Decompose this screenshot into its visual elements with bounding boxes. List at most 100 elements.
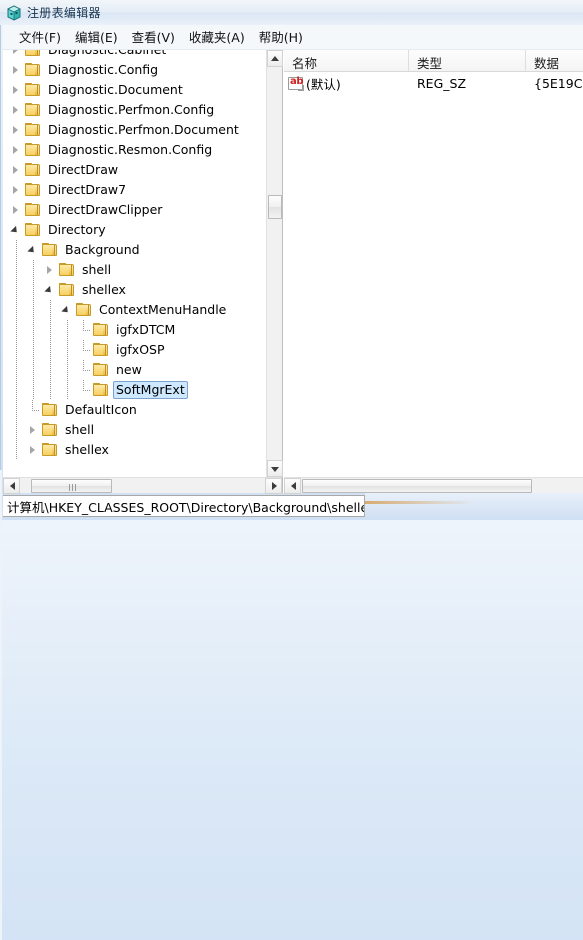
tree-guide-line bbox=[83, 380, 84, 390]
tree-node[interactable]: SoftMgrExt bbox=[3, 380, 267, 400]
folder-icon bbox=[25, 103, 41, 117]
tree-node-indent bbox=[3, 400, 42, 420]
tree-guide-line bbox=[83, 350, 91, 351]
values-horizontal-scroll-thumb[interactable] bbox=[302, 479, 532, 493]
tree-collapse-toggle-icon[interactable] bbox=[10, 225, 21, 236]
tree-guide-line bbox=[83, 340, 84, 350]
desktop-background-strip bbox=[365, 493, 583, 520]
table-row[interactable]: ab (默认) REG_SZ {5E19C0 bbox=[284, 72, 583, 94]
tree-node-label: shell bbox=[65, 422, 95, 437]
menu-view[interactable]: 查看(V) bbox=[125, 25, 182, 49]
folder-icon bbox=[25, 163, 41, 177]
tree-node-label: DirectDrawClipper bbox=[48, 202, 163, 217]
tree-vertical-scroll-thumb[interactable] bbox=[268, 195, 282, 219]
tree-node[interactable]: Diagnostic.Config bbox=[3, 60, 267, 80]
title-bar[interactable]: 注册表编辑器 bbox=[0, 0, 583, 25]
menu-help[interactable]: 帮助(H) bbox=[252, 25, 310, 49]
tree-vertical-scrollbar[interactable] bbox=[266, 50, 283, 477]
menu-edit[interactable]: 编辑(E) bbox=[68, 25, 125, 49]
tree-expand-toggle-icon[interactable] bbox=[10, 65, 21, 76]
tree-node-indent bbox=[3, 240, 42, 260]
menu-favorites[interactable]: 收藏夹(A) bbox=[182, 25, 252, 49]
tree-node[interactable]: DefaultIcon bbox=[3, 400, 267, 420]
tree-node[interactable]: new bbox=[3, 360, 267, 380]
folder-icon bbox=[76, 303, 92, 317]
column-header-name[interactable]: 名称 bbox=[284, 50, 409, 71]
values-scroll-left-button[interactable] bbox=[284, 478, 301, 494]
tree-expand-toggle-icon[interactable] bbox=[10, 50, 21, 56]
folder-icon bbox=[25, 83, 41, 97]
tree-node[interactable]: shell bbox=[3, 260, 267, 280]
tree-node[interactable]: DirectDrawClipper bbox=[3, 200, 267, 220]
column-header-type[interactable]: 类型 bbox=[409, 50, 526, 71]
tree-expand-toggle-icon[interactable] bbox=[27, 445, 38, 456]
tree-guide-line bbox=[32, 410, 40, 411]
tree-guide-line bbox=[50, 300, 51, 320]
tree-expand-toggle-icon[interactable] bbox=[10, 165, 21, 176]
tree-scroll-down-button[interactable] bbox=[267, 460, 283, 477]
tree-node[interactable]: igfxDTCM bbox=[3, 320, 267, 340]
tree-node-indent bbox=[3, 440, 42, 460]
registry-tree-pane: Diagnostic.Cabinet Diagnostic.Config Diagn… bbox=[3, 50, 283, 494]
tree-expand-toggle-icon[interactable] bbox=[44, 265, 55, 276]
tree-node[interactable]: Diagnostic.Document bbox=[3, 80, 267, 100]
column-header-data[interactable]: 数据 bbox=[526, 50, 583, 71]
tree-node[interactable]: shellex bbox=[3, 440, 267, 460]
tree-node-label: shellex bbox=[65, 442, 109, 457]
tree-expand-toggle-icon[interactable] bbox=[27, 425, 38, 436]
tree-node[interactable]: DirectDraw bbox=[3, 160, 267, 180]
status-bar: 计算机\HKEY_CLASSES_ROOT\Directory\Backgrou… bbox=[3, 495, 365, 517]
tree-node[interactable]: Diagnostic.Resmon.Config bbox=[3, 140, 267, 160]
folder-icon bbox=[25, 63, 41, 77]
values-horizontal-scrollbar[interactable] bbox=[284, 477, 583, 494]
tree-guide-line bbox=[32, 400, 33, 410]
tree-expand-toggle-icon[interactable] bbox=[10, 85, 21, 96]
tree-collapse-toggle-icon[interactable] bbox=[44, 285, 55, 296]
tree-node[interactable]: Diagnostic.Cabinet bbox=[3, 50, 267, 60]
tree-node-indent bbox=[3, 340, 93, 360]
tree-scroll-up-button[interactable] bbox=[267, 50, 283, 67]
tree-node-label: Diagnostic.Resmon.Config bbox=[48, 142, 213, 157]
tree-expand-toggle-icon[interactable] bbox=[10, 125, 21, 136]
tree-node[interactable]: ContextMenuHandle bbox=[3, 300, 267, 320]
tree-collapse-toggle-icon[interactable] bbox=[61, 305, 72, 316]
scroll-thumb-grip bbox=[72, 484, 73, 491]
tree-scroll-right-button[interactable] bbox=[265, 478, 282, 494]
tree-expand-toggle-icon[interactable] bbox=[10, 205, 21, 216]
registry-editor-window: 注册表编辑器 文件(F) 编辑(E) 查看(V) 收藏夹(A) 帮助(H) Di… bbox=[0, 0, 583, 940]
tree-guide-line bbox=[83, 330, 91, 331]
tree-node[interactable]: shellex bbox=[3, 280, 267, 300]
menu-file[interactable]: 文件(F) bbox=[12, 25, 68, 49]
tree-expand-toggle-icon[interactable] bbox=[10, 145, 21, 156]
tree-node[interactable]: Diagnostic.Perfmon.Config bbox=[3, 100, 267, 120]
tree-node[interactable]: shell bbox=[3, 420, 267, 440]
tree-node[interactable]: DirectDraw7 bbox=[3, 180, 267, 200]
tree-collapse-toggle-icon[interactable] bbox=[27, 245, 38, 256]
values-list-body[interactable]: ab (默认) REG_SZ {5E19C0 bbox=[284, 72, 583, 477]
tree-node-label: Background bbox=[65, 242, 140, 257]
tree-guide-line bbox=[16, 300, 17, 320]
folder-icon bbox=[93, 383, 109, 397]
tree-guide-line bbox=[33, 360, 34, 380]
tree-guide-line bbox=[33, 280, 34, 300]
window-frame-left-inner bbox=[0, 470, 2, 940]
tree-node[interactable]: Background bbox=[3, 240, 267, 260]
registry-tree-viewport[interactable]: Diagnostic.Cabinet Diagnostic.Config Diagn… bbox=[3, 50, 267, 477]
window-title: 注册表编辑器 bbox=[27, 6, 101, 20]
tree-guide-line bbox=[16, 260, 17, 280]
registry-editor-icon bbox=[6, 4, 22, 21]
tree-scroll-left-button[interactable] bbox=[3, 478, 20, 494]
tree-expand-toggle-icon[interactable] bbox=[10, 185, 21, 196]
tree-horizontal-scrollbar[interactable] bbox=[3, 477, 282, 494]
scroll-thumb-grip bbox=[69, 484, 70, 491]
tree-node-label: DirectDraw7 bbox=[48, 182, 127, 197]
tree-guide-line bbox=[50, 380, 51, 400]
tree-node[interactable]: Directory bbox=[3, 220, 267, 240]
chevron-left-icon bbox=[291, 482, 296, 490]
folder-icon bbox=[42, 403, 58, 417]
tree-node[interactable]: Diagnostic.Perfmon.Document bbox=[3, 120, 267, 140]
tree-expand-toggle-icon[interactable] bbox=[10, 105, 21, 116]
tree-node[interactable]: igfxOSP bbox=[3, 340, 267, 360]
tree-guide-line bbox=[33, 380, 34, 400]
tree-horizontal-scroll-thumb[interactable] bbox=[31, 479, 112, 493]
